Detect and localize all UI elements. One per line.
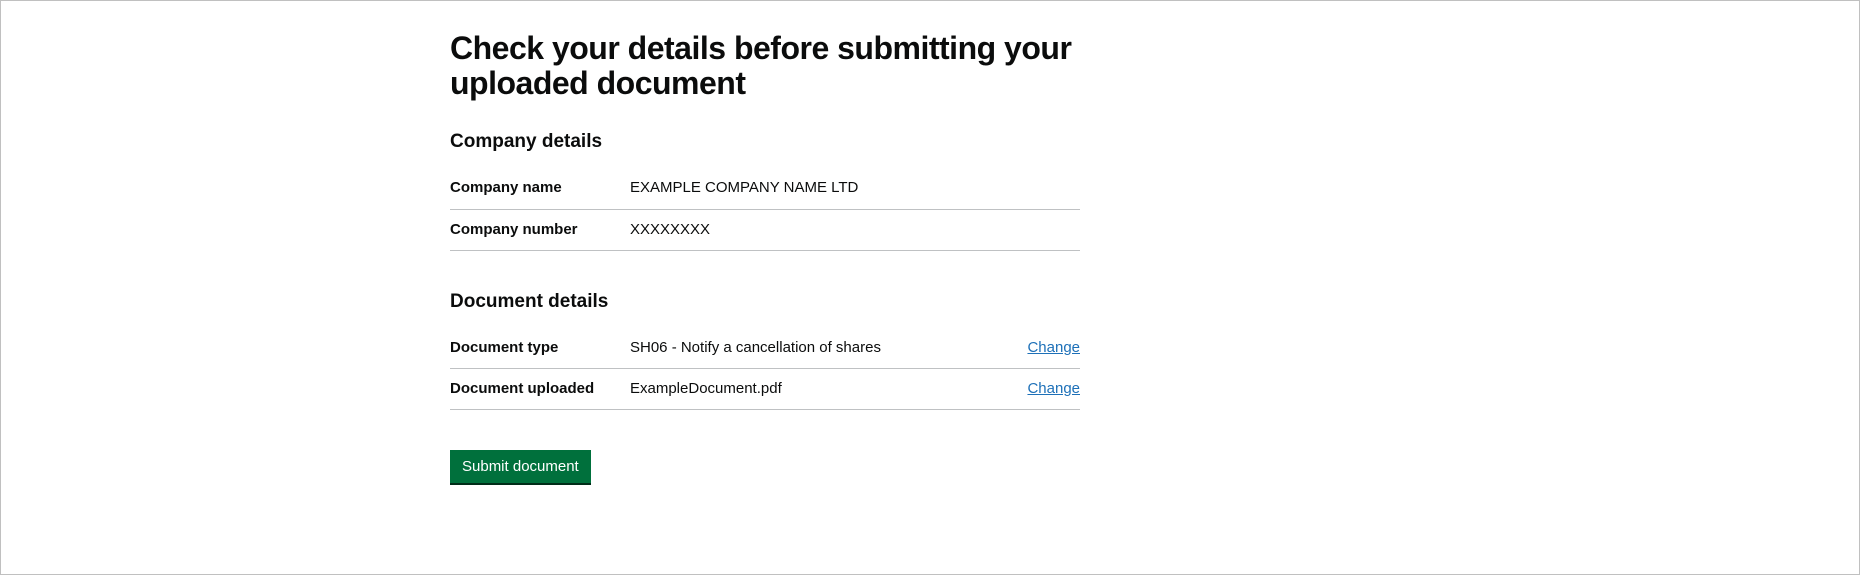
document-details-heading: Document details <box>450 291 1080 313</box>
company-name-value: EXAMPLE COMPANY NAME LTD <box>630 178 1080 198</box>
document-uploaded-value: ExampleDocument.pdf <box>630 379 1000 399</box>
change-document-type-link[interactable]: Change <box>1027 339 1080 356</box>
change-document-uploaded-link[interactable]: Change <box>1027 380 1080 397</box>
company-details-heading: Company details <box>450 131 1080 153</box>
company-number-label: Company number <box>450 220 630 240</box>
document-details-section: Document details Document type SH06 - No… <box>450 291 1080 411</box>
company-summary-list: Company name EXAMPLE COMPANY NAME LTD Co… <box>450 168 1080 251</box>
document-uploaded-row: Document uploaded ExampleDocument.pdf Ch… <box>450 369 1080 410</box>
document-type-row: Document type SH06 - Notify a cancellati… <box>450 328 1080 369</box>
page-title: Check your details before submitting you… <box>450 31 1080 101</box>
company-details-section: Company details Company name EXAMPLE COM… <box>450 131 1080 251</box>
company-number-row: Company number XXXXXXXX <box>450 210 1080 251</box>
submit-document-button[interactable]: Submit document <box>450 450 591 483</box>
document-summary-list: Document type SH06 - Notify a cancellati… <box>450 328 1080 411</box>
document-type-value: SH06 - Notify a cancellation of shares <box>630 338 1000 358</box>
company-name-row: Company name EXAMPLE COMPANY NAME LTD <box>450 168 1080 209</box>
document-type-label: Document type <box>450 338 630 358</box>
company-number-value: XXXXXXXX <box>630 220 1080 240</box>
document-uploaded-label: Document uploaded <box>450 379 630 399</box>
company-name-label: Company name <box>450 178 630 198</box>
